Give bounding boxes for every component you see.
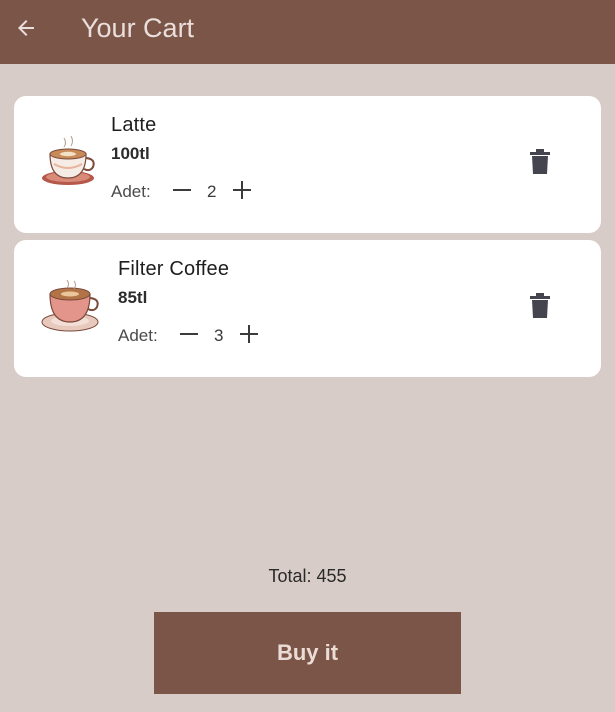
delete-item-button[interactable] [526, 148, 554, 180]
coffee-cup-icon [38, 132, 100, 194]
cart-total: Total: 455 [268, 566, 347, 586]
page-title: Your Cart [81, 13, 195, 43]
minus-icon [179, 324, 199, 349]
plus-icon [239, 324, 259, 349]
item-price: 85tl [118, 288, 148, 307]
buy-button[interactable]: Buy it [154, 612, 461, 694]
trash-icon [529, 148, 551, 180]
increase-quantity-button[interactable] [236, 323, 262, 349]
plus-icon [232, 180, 252, 205]
quantity-stepper: Adet: 2 [111, 178, 255, 206]
quantity-stepper: Adet: 3 [118, 322, 262, 350]
increase-quantity-button[interactable] [229, 179, 255, 205]
quantity-label: Adet: [118, 326, 158, 345]
cart-item-card: Filter Coffee 85tl Adet: 3 [14, 240, 601, 377]
quantity-value: 3 [213, 326, 224, 345]
item-name: Latte [111, 114, 157, 136]
back-button[interactable] [8, 12, 44, 48]
decrease-quantity-button[interactable] [169, 179, 195, 205]
coffee-cup-icon [40, 279, 102, 342]
cart-item-card: Latte 100tl Adet: 2 [14, 96, 601, 233]
trash-icon [529, 292, 551, 324]
item-price: 100tl [111, 144, 150, 163]
decrease-quantity-button[interactable] [176, 323, 202, 349]
app-bar: Your Cart [0, 0, 615, 64]
delete-item-button[interactable] [526, 292, 554, 324]
item-name: Filter Coffee [118, 258, 230, 280]
quantity-label: Adet: [111, 182, 151, 201]
minus-icon [172, 180, 192, 205]
quantity-value: 2 [206, 182, 217, 201]
arrow-left-icon [14, 16, 38, 45]
